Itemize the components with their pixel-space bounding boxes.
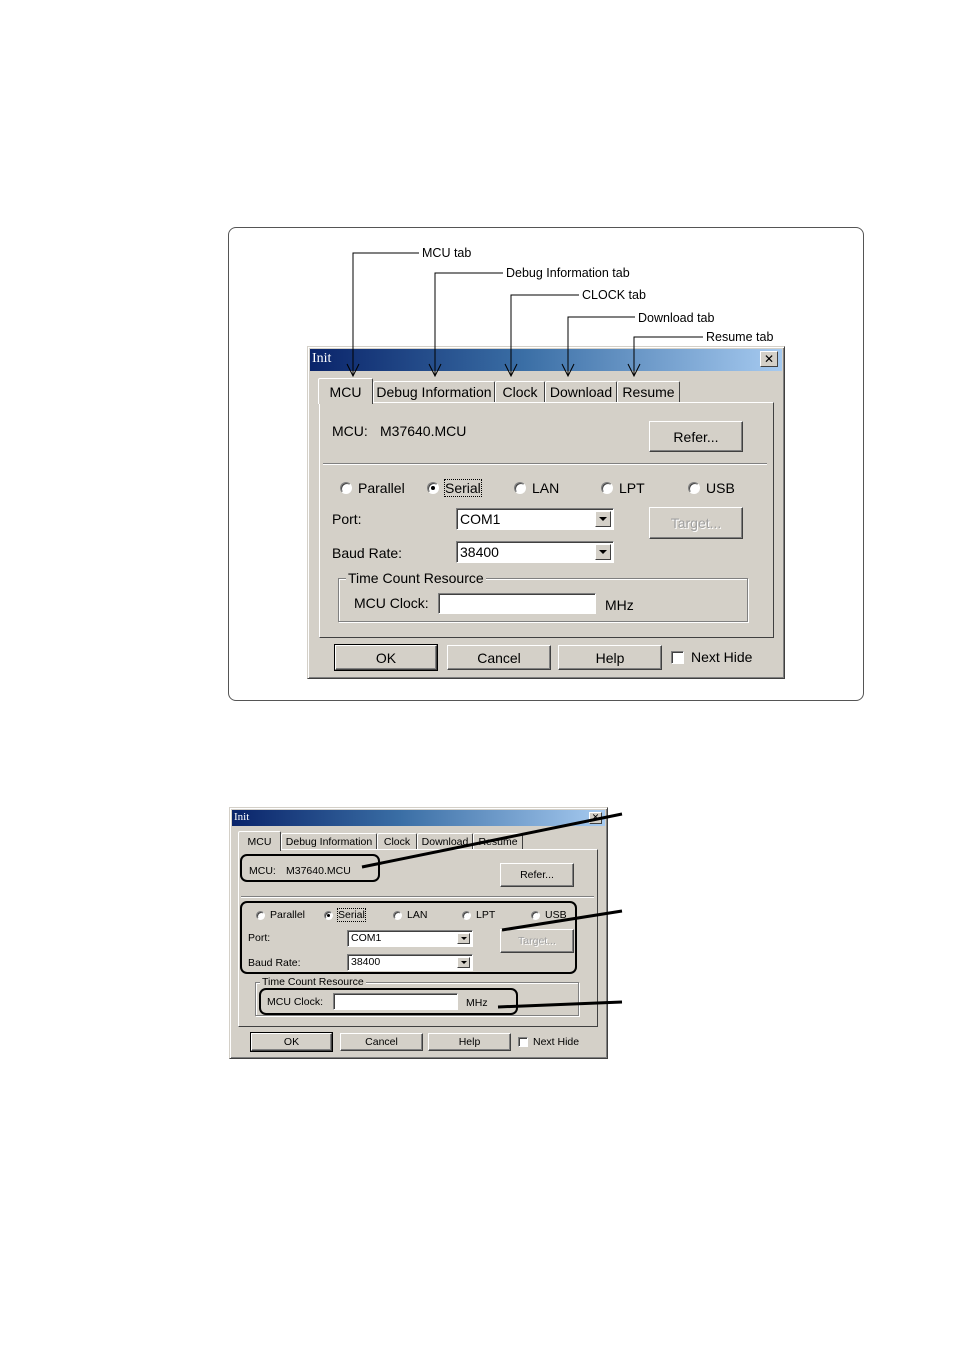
tab-label: Resume [622,384,675,400]
radio-circle-icon [688,482,700,494]
refer-button[interactable]: Refer... [500,863,574,887]
callout-mcu-tab: MCU tab [422,246,472,260]
checkbox-label: Next Hide [533,1036,580,1048]
radio-circle-icon [514,482,526,494]
button-label: Refer... [673,428,719,445]
port-value: COM1 [460,511,501,527]
checkbox-icon [671,650,684,664]
tab-label: MCU [329,383,362,400]
radio-label: USB [706,480,735,496]
baud-rate-value: 38400 [460,544,499,560]
mcu-value: M37640.MCU [380,423,467,439]
radio-serial[interactable]: Serial [427,479,482,497]
radio-usb[interactable]: USB [688,480,735,496]
cancel-button[interactable]: Cancel [447,645,551,670]
chevron-down-icon[interactable] [595,511,611,527]
next-hide-checkbox[interactable]: Next Hide [518,1036,579,1048]
port-select[interactable]: COM1 [456,508,614,530]
tab-label: Debug Information [376,384,492,400]
radio-label: LAN [532,480,560,496]
mcu-clock-label: MCU Clock: [354,595,429,611]
tab-resume[interactable]: Resume [473,833,523,849]
tab-label: Resume [478,835,518,848]
help-button[interactable]: Help [428,1033,511,1051]
radio-label: Serial [444,479,482,497]
callout-clock-tab: CLOCK tab [582,288,646,302]
refer-button[interactable]: Refer... [649,421,743,452]
button-label: OK [375,649,397,666]
checkbox-label: Next Hide [691,649,753,665]
close-button[interactable]: ✕ [589,812,602,824]
callout-resume-tab: Resume tab [706,330,774,344]
button-label: Help [458,1036,481,1048]
button-label: Help [595,649,625,666]
radio-label: Parallel [358,480,405,496]
separator [241,896,594,898]
group-title: Time Count Resource [346,570,486,586]
close-icon: ✕ [591,813,600,823]
dialog-title: Init [234,811,250,823]
radio-checked-icon [427,482,439,494]
baud-rate-label: Baud Rate: [332,545,403,561]
target-button[interactable]: Target... [649,507,743,539]
tab-label: Clock [502,384,538,400]
close-icon: ✕ [763,352,775,366]
radio-circle-icon [340,482,352,494]
tab-label: MCU [247,835,272,848]
callout-download-tab: Download tab [638,311,715,325]
separator [323,463,767,465]
tab-clock[interactable]: Clock [377,833,417,849]
tab-label: Download [421,835,469,848]
port-label: Port: [332,511,362,527]
tab-mcu[interactable]: MCU [318,378,373,404]
radio-label: LPT [619,480,645,496]
button-label: Cancel [365,1036,398,1048]
highlight-communication [240,901,577,974]
highlight-mcu-clock [259,988,518,1015]
close-button[interactable]: ✕ [760,351,778,367]
tab-label: Debug Information [285,835,373,848]
tab-debug-information[interactable]: Debug Information [281,833,377,849]
radio-lpt[interactable]: LPT [601,480,645,496]
tab-download[interactable]: Download [545,381,617,402]
tab-resume[interactable]: Resume [617,381,680,402]
help-button[interactable]: Help [558,645,662,670]
title-bar[interactable]: Init ✕ [232,810,605,826]
callout-debug-information-tab: Debug Information tab [506,266,630,280]
button-label: OK [283,1036,300,1048]
tab-mcu[interactable]: MCU [238,831,281,851]
radio-parallel[interactable]: Parallel [340,480,405,496]
button-label: Refer... [520,869,554,881]
ok-button[interactable]: OK [250,1032,333,1052]
radio-lan[interactable]: LAN [514,480,559,496]
tab-debug-information[interactable]: Debug Information [373,381,495,402]
checkbox-icon [518,1037,528,1047]
highlight-mcu-file [240,854,380,882]
chevron-down-icon[interactable] [595,544,611,560]
button-label: Target... [670,515,722,531]
tab-clock[interactable]: Clock [495,381,545,402]
mcu-label: MCU: [332,423,368,439]
baud-rate-select[interactable]: 38400 [456,541,614,563]
group-title: Time Count Resource [260,976,366,988]
dialog-title: Init [312,351,332,366]
tab-download[interactable]: Download [417,833,473,849]
tab-label: Clock [383,835,411,848]
ok-button[interactable]: OK [334,644,438,671]
init-dialog: Init ✕ MCU Debug Information Clock Downl… [307,346,785,679]
button-label: Cancel [477,649,521,666]
title-bar[interactable]: Init ✕ [310,349,782,371]
mhz-unit: MHz [605,597,634,613]
radio-circle-icon [601,482,613,494]
mcu-clock-input[interactable] [438,593,596,614]
next-hide-checkbox[interactable]: Next Hide [671,649,752,665]
tab-label: Download [549,384,613,400]
cancel-button[interactable]: Cancel [340,1033,423,1051]
